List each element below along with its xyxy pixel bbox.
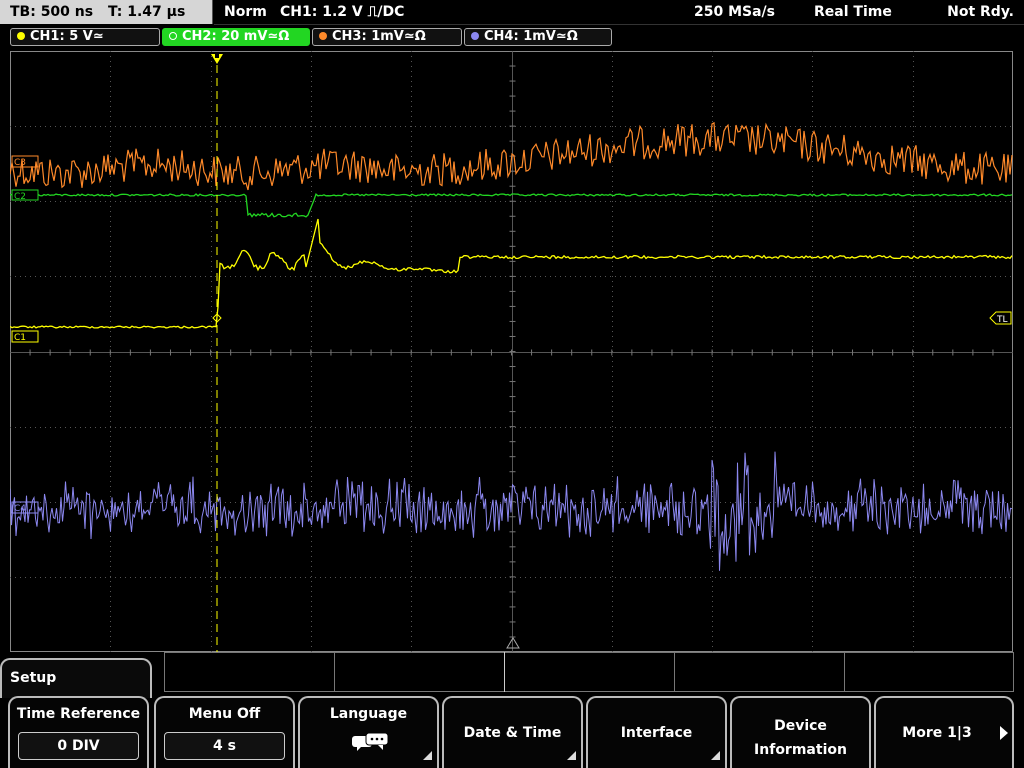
interface-softkey[interactable]: Interface — [586, 696, 727, 768]
language-softkey[interactable]: Language — [298, 696, 439, 768]
ch4-label: CH4: 1mV≃Ω — [484, 29, 578, 44]
ch1-marker-text: C1 — [14, 333, 26, 343]
device-label-line2: Information — [754, 742, 847, 758]
submenu-indicator-icon — [423, 751, 432, 760]
ch2-marker-text: C2 — [14, 192, 26, 202]
overview-segment — [164, 652, 335, 692]
submenu-indicator-icon — [567, 751, 576, 760]
trigger-source[interactable]: CH1: 1.2 V ⎍/DC — [280, 0, 404, 24]
time-reference-softkey[interactable]: Time Reference 0 DIV — [8, 696, 149, 768]
device-label-line1: Device — [774, 718, 827, 734]
date-time-softkey[interactable]: Date & Time — [442, 696, 583, 768]
overview-segment — [504, 652, 675, 692]
run-status: Not Rdy. — [947, 4, 1014, 20]
next-page-arrow-icon — [1000, 726, 1008, 740]
acquisition-status: Norm CH1: 1.2 V ⎍/DC 250 MSa/s Real Time… — [214, 0, 1024, 25]
status-bar: TB: 500 ns T: 1.47 µs Norm CH1: 1.2 V ⎍/… — [0, 0, 1024, 26]
ch1-label: CH1: 5 V≃ — [30, 29, 104, 44]
trigger-marker-notch — [215, 54, 219, 58]
sample-rate: 250 MSa/s — [694, 4, 776, 20]
timebase-box[interactable]: TB: 500 ns T: 1.47 µs — [0, 0, 213, 24]
more-softkey[interactable]: More 1|3 — [874, 696, 1014, 768]
time-reference-value: 0 DIV — [18, 732, 139, 760]
speech-bubble-icon — [352, 732, 389, 751]
ch1-ground-marker: C1 — [11, 330, 39, 343]
menu-title-tab: Setup — [0, 658, 152, 698]
channel-tab-ch2[interactable]: CH2: 20 mV≃Ω — [162, 28, 310, 46]
device-information-label: Device Information — [732, 714, 869, 762]
overview-segment — [334, 652, 505, 692]
acquisition-mode: Real Time — [814, 4, 892, 20]
ch3-label: CH3: 1mV≃Ω — [332, 29, 426, 44]
ch1-color-dot — [17, 31, 25, 40]
device-information-softkey[interactable]: Device Information — [730, 696, 871, 768]
trigger-level-text: TL — [996, 315, 1008, 325]
language-label: Language — [329, 706, 408, 722]
overview-segment — [674, 652, 845, 692]
ch2-color-dot — [169, 31, 177, 40]
ch2-ground-marker: C2 — [11, 189, 39, 202]
channel-tab-ch4[interactable]: CH4: 1mV≃Ω — [464, 28, 612, 46]
ch3-marker-text: C3 — [14, 158, 26, 168]
menu-title: Setup — [10, 670, 57, 686]
timebase-value: TB: 500 ns — [10, 4, 94, 20]
menu-off-softkey[interactable]: Menu Off 4 s — [154, 696, 295, 768]
trigger-time-value: T: 1.47 µs — [107, 4, 186, 20]
memory-overview-bar[interactable] — [164, 652, 1014, 692]
waveform-display[interactable]: C3 C2 C1 C4 TL — [10, 51, 1013, 652]
trigger-mode[interactable]: Norm — [224, 0, 267, 24]
channel-tab-ch3[interactable]: CH3: 1mV≃Ω — [312, 28, 462, 46]
time-reference-label: Time Reference — [16, 706, 141, 722]
interface-label: Interface — [620, 725, 693, 741]
channel-tab-ch1[interactable]: CH1: 5 V≃ — [10, 28, 160, 46]
ch3-color-dot — [319, 31, 327, 40]
menu-off-label: Menu Off — [188, 706, 261, 722]
submenu-indicator-icon — [711, 751, 720, 760]
overview-segment — [844, 652, 1014, 692]
more-label: More 1|3 — [902, 725, 972, 741]
menu-off-value: 4 s — [164, 732, 285, 760]
overview-center-line — [504, 652, 505, 692]
softkey-bar: Time Reference 0 DIV Menu Off 4 s Langua… — [0, 696, 1024, 768]
waveform-canvas: C3 C2 C1 C4 TL — [10, 51, 1013, 652]
ch2-label: CH2: 20 mV≃Ω — [182, 29, 290, 44]
ch4-marker-text: C4 — [14, 504, 26, 514]
channel-tabs: CH1: 5 V≃ CH2: 20 mV≃Ω CH3: 1mV≃Ω CH4: 1… — [0, 26, 1024, 48]
date-time-label: Date & Time — [463, 725, 562, 741]
ch4-color-dot — [471, 31, 479, 40]
